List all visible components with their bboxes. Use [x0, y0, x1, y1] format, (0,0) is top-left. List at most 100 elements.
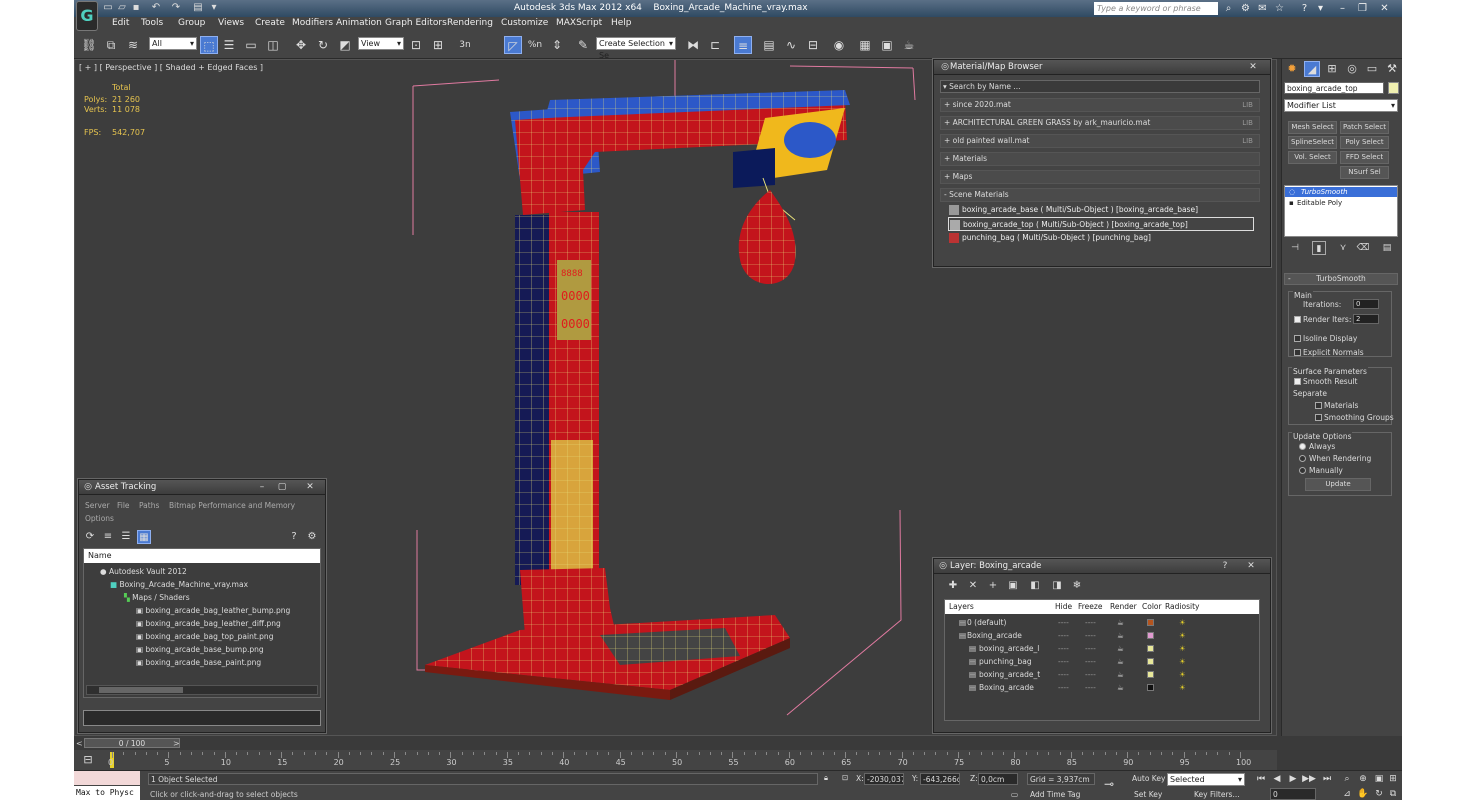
window-crossing-icon[interactable]: ◫ — [264, 36, 282, 54]
current-frame-field[interactable]: 0 — [1270, 788, 1316, 800]
freeze-toggle[interactable]: ---- — [1085, 668, 1096, 681]
browser-options-icon[interactable]: ▾ — [943, 82, 947, 91]
y-coordinate-field[interactable]: -643,266c — [920, 773, 960, 785]
help-search-input[interactable]: Type a keyword or phrase — [1094, 2, 1218, 15]
rollout-collapse-icon[interactable]: - — [1288, 274, 1291, 284]
quick-access-dropdown-icon[interactable]: ▾ — [208, 2, 220, 14]
hide-toggle[interactable]: ---- — [1058, 681, 1069, 694]
select-and-link-icon[interactable]: ⛓ — [80, 36, 98, 54]
scene-material-item[interactable]: boxing_arcade_top ( Multi/Sub-Object ) [… — [948, 217, 1254, 231]
layer-name[interactable]: 0 (default) — [967, 616, 1006, 629]
highlight-selected-icon[interactable]: ◧ — [1028, 579, 1042, 593]
tree-item[interactable]: ▣ boxing_arcade_bag_leather_diff.png — [136, 617, 281, 630]
align-icon[interactable]: ⊏ — [706, 36, 724, 54]
hide-all-layers-icon[interactable]: ◨ — [1050, 579, 1064, 593]
tree-item[interactable]: ▣ boxing_arcade_bag_top_paint.png — [136, 630, 273, 643]
layer-row[interactable]: ▤ Boxing_arcade ---- ---- ☕ ☀ — [945, 629, 1203, 642]
zoom-extents-icon[interactable]: ▣ — [1372, 773, 1386, 785]
layer-color-swatch[interactable] — [1147, 684, 1154, 691]
radiosity-icon[interactable]: ☀ — [1179, 642, 1186, 655]
material-search-input[interactable]: ▾ Search by Name ... — [940, 80, 1260, 93]
time-slider[interactable]: < 0 / 100 > — [74, 736, 1277, 750]
binoculars-icon[interactable]: ⌕ — [1222, 2, 1235, 15]
x-coordinate-field[interactable]: -2030,037 — [864, 773, 904, 785]
tree-item[interactable]: ■ Boxing_Arcade_Machine_vray.max — [110, 578, 248, 591]
library-item[interactable]: + since 2020.mat LIB — [940, 98, 1260, 112]
layer-color-swatch[interactable] — [1147, 658, 1154, 665]
when-rendering-radio[interactable] — [1299, 455, 1306, 462]
update-button[interactable]: Update — [1305, 478, 1371, 491]
detail-view-icon[interactable]: ☰ — [119, 530, 133, 544]
mini-curve-editor-icon[interactable]: ⊟ — [78, 753, 98, 767]
freeze-toggle[interactable]: ---- — [1085, 681, 1096, 694]
spline-select-button[interactable]: SplineSelect — [1288, 136, 1337, 149]
asset-column-header[interactable]: Name — [84, 549, 320, 563]
select-and-scale-icon[interactable]: ◩ — [336, 36, 354, 54]
patch-select-button[interactable]: Patch Select — [1340, 121, 1389, 134]
create-layer-icon[interactable]: ✚ — [946, 579, 960, 593]
render-teapot-icon[interactable]: ☕ — [1117, 642, 1124, 655]
menu-animation[interactable]: Animation — [336, 18, 382, 28]
close-icon[interactable]: ✕ — [1378, 2, 1391, 15]
scene-material-item[interactable]: boxing_arcade_base ( Multi/Sub-Object ) … — [948, 203, 1254, 217]
layer-manager-icon[interactable]: ≡ — [734, 36, 752, 54]
add-to-layer-icon[interactable]: + — [986, 579, 1000, 593]
select-and-rotate-icon[interactable]: ↻ — [314, 36, 332, 54]
column-freeze[interactable]: Freeze — [1078, 602, 1102, 611]
redo-icon[interactable]: ↷ — [170, 2, 182, 14]
render-teapot-icon[interactable]: ☕ — [1117, 616, 1124, 629]
display-tab-icon[interactable]: ▭ — [1364, 61, 1380, 77]
select-and-move-icon[interactable]: ✥ — [292, 36, 310, 54]
column-layers[interactable]: Layers — [949, 602, 974, 611]
render-teapot-icon[interactable]: ☕ — [1117, 681, 1124, 694]
time-slider-next-icon[interactable]: > — [173, 739, 180, 748]
undo-icon[interactable]: ↶ — [150, 2, 162, 14]
help-icon[interactable]: ? — [1298, 2, 1311, 15]
subscription-icon[interactable]: ⚙ — [1239, 2, 1252, 15]
rectangular-selection-icon[interactable]: ▭ — [242, 36, 260, 54]
vault-settings-icon[interactable]: ⚙ — [305, 530, 319, 544]
scene-material-item[interactable]: punching_bag ( Multi/Sub-Object ) [punch… — [948, 231, 1254, 245]
library-item[interactable]: + old painted wall.mat LIB — [940, 134, 1260, 148]
set-key-button[interactable]: Set Key — [1134, 790, 1162, 799]
pivot-center-icon[interactable]: ⊡ — [407, 36, 425, 54]
curve-editor-icon[interactable]: ∿ — [782, 36, 800, 54]
asset-menu-options[interactable]: Options — [85, 514, 114, 523]
menu-help[interactable]: Help — [611, 18, 632, 28]
menu-graph-editors[interactable]: Graph Editors — [385, 18, 447, 28]
layer-name[interactable]: Boxing_arcade — [967, 629, 1022, 642]
maps-group[interactable]: + Maps — [940, 170, 1260, 184]
layer-row[interactable]: ▤ boxing_arcade_l ---- ---- ☕ ☀ — [945, 642, 1203, 655]
lock-selection-icon[interactable]: 🔒︎ — [824, 773, 828, 783]
minimize-icon[interactable]: – — [1336, 2, 1349, 15]
tree-item[interactable]: ● Autodesk Vault 2012 — [100, 565, 187, 578]
zoom-all-icon[interactable]: ⊕ — [1356, 773, 1370, 785]
bind-space-warp-icon[interactable]: ≋ — [124, 36, 142, 54]
track-bar[interactable]: ⊟ 0 5 10 15 20 25 30 35 40 45 50 55 60 65 70 75 80 85 90 95… — [74, 750, 1277, 770]
configure-sets-icon[interactable]: ▤ — [1380, 241, 1394, 255]
tree-item[interactable]: ▣ boxing_arcade_base_bump.png — [136, 643, 264, 656]
menu-modifiers[interactable]: Modifiers — [292, 18, 333, 28]
maximize-icon[interactable]: ❐ — [1356, 2, 1369, 15]
vol-select-button[interactable]: Vol. Select — [1288, 151, 1337, 164]
isoline-display-checkbox[interactable] — [1294, 335, 1301, 342]
menu-edit[interactable]: Edit — [112, 18, 129, 28]
materials-group[interactable]: + Materials — [940, 152, 1260, 166]
pin-stack-icon[interactable]: ⊣ — [1288, 241, 1302, 255]
motion-tab-icon[interactable]: ◎ — [1344, 61, 1360, 77]
spinner-snap-icon[interactable]: ⇕ — [548, 36, 566, 54]
asset-minimize-icon[interactable]: – — [255, 481, 269, 494]
graphite-ribbon-icon[interactable]: ▤ — [760, 36, 778, 54]
go-to-start-icon[interactable]: ⏮ — [1254, 773, 1268, 785]
absolute-mode-icon[interactable]: ⊡ — [842, 773, 848, 782]
time-slider-prev-icon[interactable]: < — [76, 739, 83, 748]
vault-help-icon[interactable]: ? — [287, 530, 301, 544]
layer-name[interactable]: Boxing_arcade — [979, 681, 1034, 694]
edit-named-selection-icon[interactable]: ✎ — [574, 36, 592, 54]
zoom-extents-all-icon[interactable]: ⊞ — [1386, 773, 1400, 785]
remove-modifier-icon[interactable]: ⌫ — [1356, 241, 1370, 255]
maxscript-listener-field[interactable]: Max to Physc — [74, 786, 140, 800]
hide-toggle[interactable]: ---- — [1058, 642, 1069, 655]
manually-radio[interactable] — [1299, 467, 1306, 474]
list-view-icon[interactable]: ≡ — [101, 530, 115, 544]
